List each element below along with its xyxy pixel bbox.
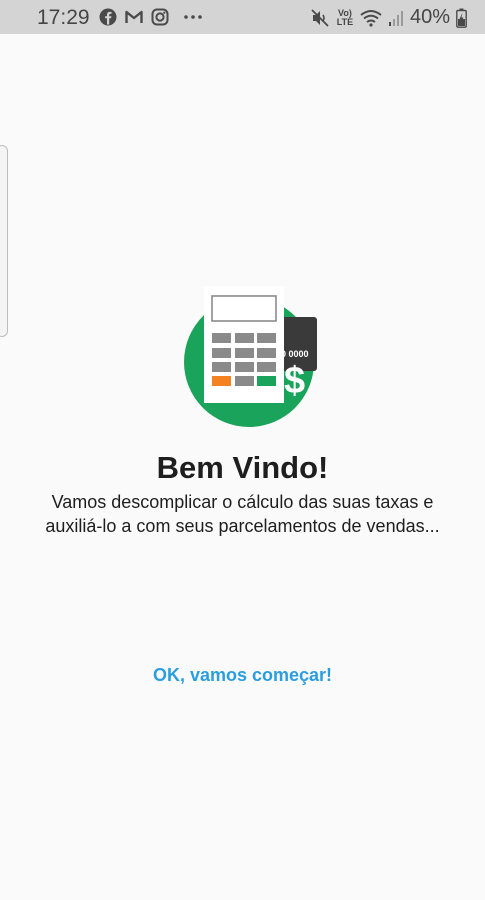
gmail-icon — [125, 9, 143, 25]
welcome-title: Bem Vindo! — [156, 450, 329, 485]
status-bar: 17:29 Vo) LTE 40% — [0, 0, 485, 34]
more-dots-icon — [183, 14, 203, 20]
instagram-icon — [151, 8, 169, 26]
battery-percent: 40% — [409, 6, 450, 28]
volte-icon: Vo) LTE — [336, 8, 354, 27]
mute-vibrate-icon — [310, 8, 330, 28]
edge-panel-handle[interactable] — [0, 145, 8, 337]
battery-charging-icon — [456, 8, 467, 28]
calculator-screen — [211, 295, 277, 322]
system-icons: Vo) LTE 40% — [310, 6, 467, 29]
calculator-card-illustration: 0 0000 $ — [170, 280, 330, 430]
card-number-text: 0 0000 — [281, 349, 309, 359]
signal-icon — [388, 9, 404, 27]
welcome-description: Vamos descomplicar o cálculo das suas ta… — [45, 492, 440, 536]
status-time: 17:29 — [37, 6, 90, 29]
start-button[interactable]: OK, vamos começar! — [130, 660, 355, 690]
notification-icons — [99, 8, 203, 26]
facebook-icon — [99, 8, 117, 26]
dollar-sign: $ — [284, 360, 305, 402]
wifi-icon — [360, 9, 382, 27]
volte-bottom-text: LTE — [336, 16, 354, 27]
